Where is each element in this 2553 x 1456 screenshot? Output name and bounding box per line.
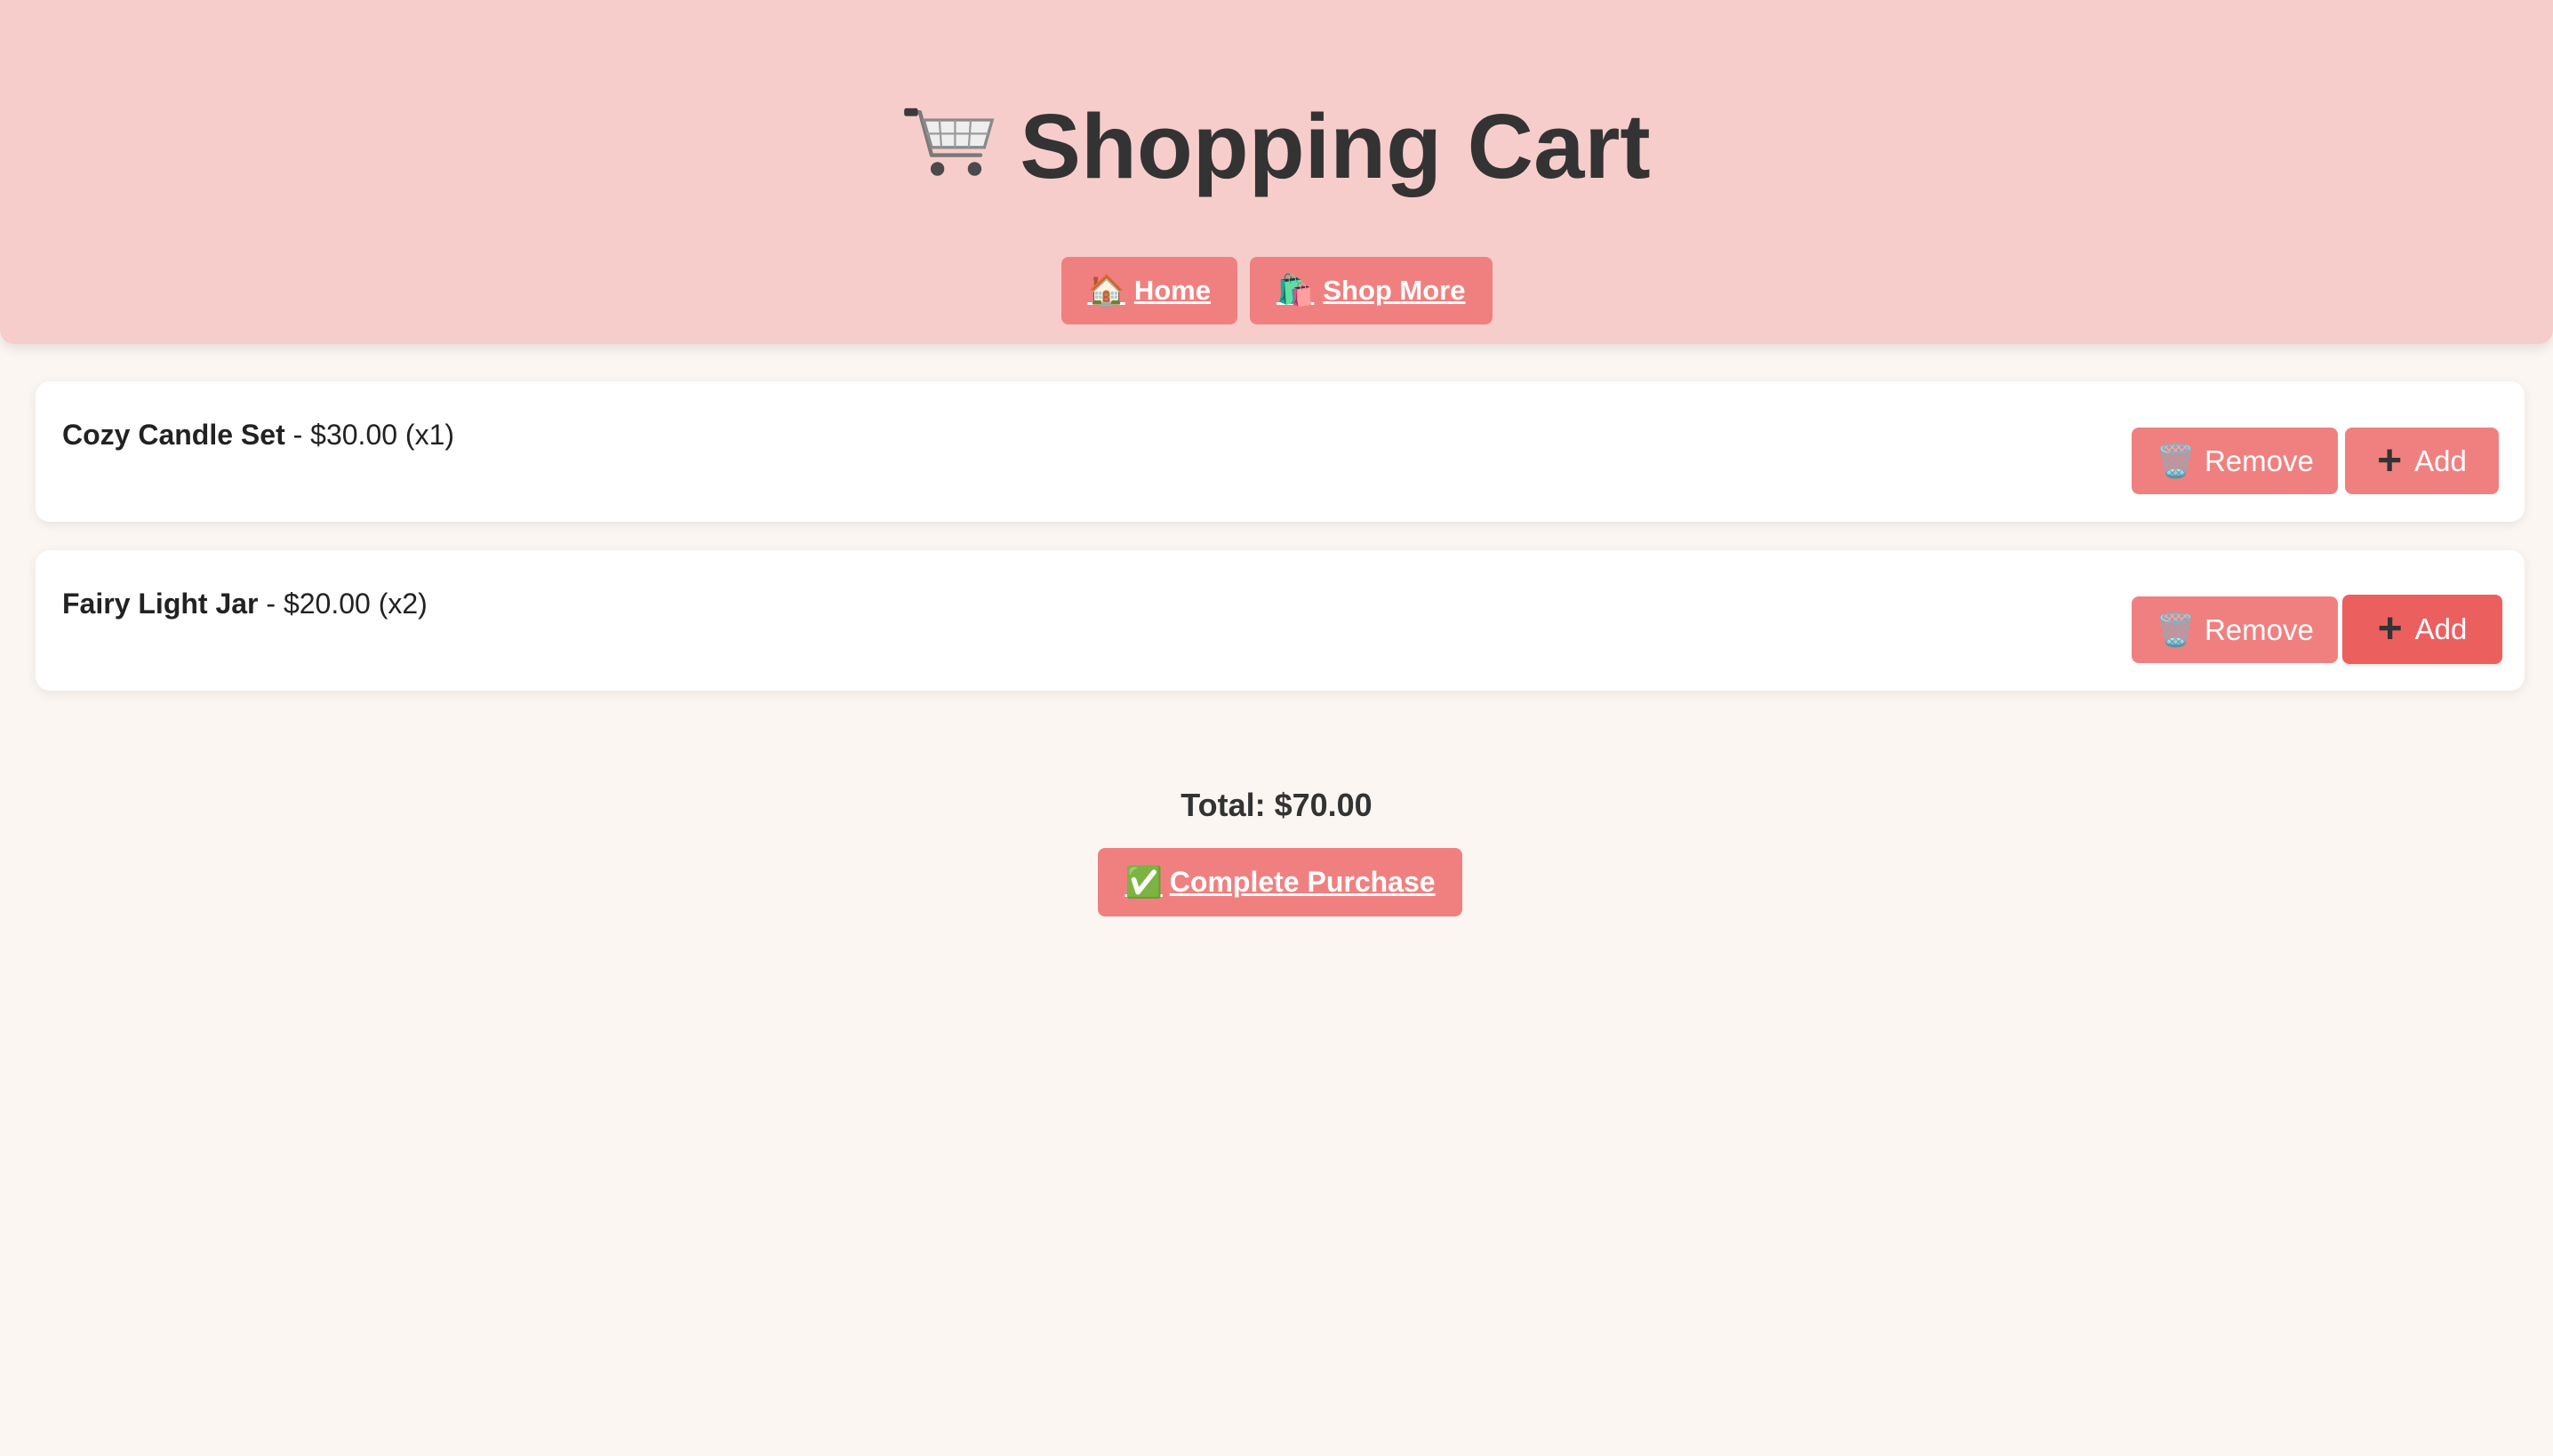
add-button[interactable]: + Add [2345,428,2499,494]
shopping-cart-icon [904,108,995,176]
plus-icon: + [2377,436,2403,484]
add-button[interactable]: + Add [2342,595,2502,664]
header: Shopping Cart 🏠 Home 🛍️ Shop More [0,0,2553,344]
cart-total: Total: $70.00 [1180,787,1373,823]
item-price-qty: - $30.00 (x1) [292,419,455,451]
cart-item: Fairy Light Jar - $20.00 (x2) 🗑️ Remove … [36,550,2525,691]
cart-item: Cozy Candle Set - $30.00 (x1) 🗑️ Remove … [36,381,2525,522]
home-link-label: Home [1133,275,1211,306]
trash-icon: 🗑️ [2156,611,2196,648]
plus-icon: + [2377,605,2403,652]
check-mark-icon: ✅ [1124,865,1163,900]
remove-button[interactable]: 🗑️ Remove [2132,596,2338,663]
item-price-qty: - $20.00 (x2) [266,588,428,620]
cart-item-text: Fairy Light Jar - $20.00 (x2) [62,586,428,621]
page-title-text: Shopping Cart [1020,95,1651,197]
house-icon: 🏠 [1087,274,1125,308]
item-name: Cozy Candle Set [62,419,285,451]
shopping-bags-icon: 🛍️ [1276,274,1315,308]
shop-more-link[interactable]: 🛍️ Shop More [1249,257,1493,324]
remove-button[interactable]: 🗑️ Remove [2132,428,2338,494]
shop-more-link-label: Shop More [1323,275,1466,306]
trash-icon: 🗑️ [2156,442,2196,479]
home-link[interactable]: 🏠 Home [1060,257,1237,324]
remove-button-label: Remove [2204,612,2314,646]
add-button-label: Add [2414,444,2467,477]
nav-bar: 🏠 Home 🛍️ Shop More [0,257,2553,324]
item-name: Fairy Light Jar [62,588,259,620]
cart-item-text: Cozy Candle Set - $30.00 (x1) [62,417,454,452]
remove-button-label: Remove [2204,444,2314,477]
page-title: Shopping Cart [0,89,2553,204]
complete-purchase-button[interactable]: ✅ Complete Purchase [1098,848,1462,916]
complete-purchase-label: Complete Purchase [1169,866,1436,898]
add-button-label: Add [2414,612,2468,645]
